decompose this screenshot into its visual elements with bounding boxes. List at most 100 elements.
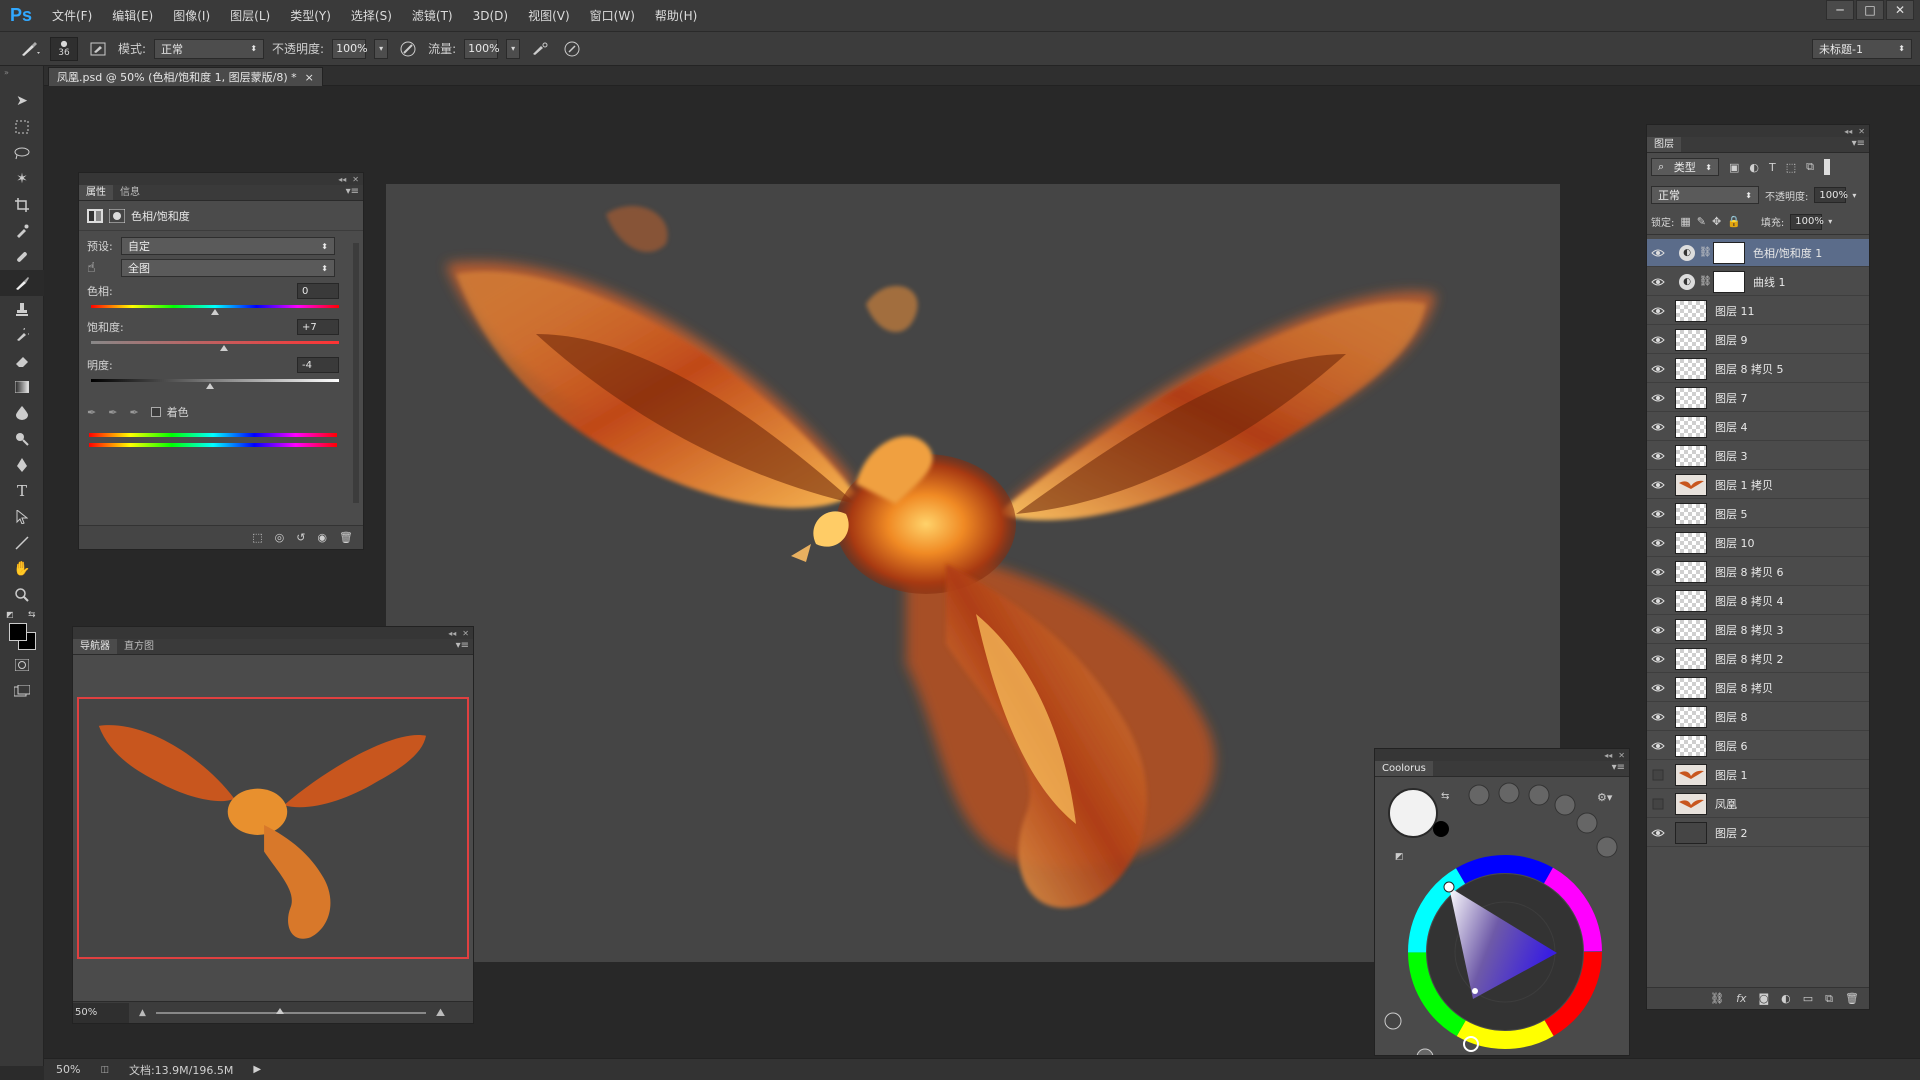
layer-mask-icon[interactable] xyxy=(109,208,125,223)
status-share-icon[interactable]: ◫ xyxy=(100,1065,109,1075)
visibility-eye-icon[interactable] xyxy=(1647,567,1669,577)
layer-row[interactable]: 图层 8 拷贝 5 xyxy=(1647,355,1869,383)
flow-dropdown-icon[interactable]: ▾ xyxy=(506,38,521,59)
hue-slider-track[interactable] xyxy=(91,305,339,308)
menu-item-1[interactable]: 编辑(E) xyxy=(102,0,163,32)
layer-row[interactable]: 图层 6 xyxy=(1647,732,1869,760)
pen-tool[interactable] xyxy=(0,452,44,478)
dodge-tool[interactable] xyxy=(0,426,44,452)
settings-gear-icon[interactable]: ⚙▾ xyxy=(1597,791,1613,804)
hue-input[interactable]: 0 xyxy=(297,283,339,299)
panel-menu-icon[interactable]: ▾≡ xyxy=(1612,762,1625,773)
layer-thumbnail[interactable] xyxy=(1675,647,1707,670)
lock-transparent-icon[interactable]: ▦ xyxy=(1680,215,1690,228)
color-wheel[interactable]: ⇆ ◩ ⚙▾ xyxy=(1375,777,1629,1066)
layer-row[interactable]: 图层 2 xyxy=(1647,819,1869,847)
layer-thumbnail[interactable] xyxy=(1675,531,1707,554)
visibility-eye-icon[interactable] xyxy=(1647,451,1669,461)
pressure-size-toggle[interactable] xyxy=(560,38,584,60)
layer-row[interactable]: ◐ ⛓ 曲线 1 xyxy=(1647,268,1869,296)
layer-thumbnail[interactable] xyxy=(1675,357,1707,380)
move-tool[interactable]: ➤ xyxy=(0,88,44,114)
path-selection-tool[interactable] xyxy=(0,504,44,530)
visibility-eye-icon[interactable] xyxy=(1647,654,1669,664)
brush-size-picker[interactable]: ● 36 xyxy=(50,36,78,61)
eyedropper-icon[interactable]: ✒ xyxy=(87,406,96,419)
saturation-slider-track[interactable] xyxy=(91,341,339,344)
link-layers-icon[interactable]: ⛓ xyxy=(1710,992,1724,1005)
flow-input[interactable]: 100% xyxy=(464,38,500,59)
tab-properties[interactable]: 属性 xyxy=(79,185,113,200)
menu-item-0[interactable]: 文件(F) xyxy=(42,0,102,32)
delete-layer-icon[interactable]: 🗑 xyxy=(1845,992,1859,1005)
default-colors-icon[interactable]: ◩ xyxy=(6,610,14,619)
lightness-slider-track[interactable] xyxy=(91,379,339,382)
visibility-eye-icon[interactable] xyxy=(1647,683,1669,693)
layer-row[interactable]: 图层 4 xyxy=(1647,413,1869,441)
swap-icon[interactable]: ⇆ xyxy=(1441,791,1449,802)
layer-row[interactable]: 图层 3 xyxy=(1647,442,1869,470)
default-colors-icon[interactable]: ◩ xyxy=(1395,852,1404,862)
visibility-eye-icon[interactable] xyxy=(1647,480,1669,490)
lasso-tool[interactable] xyxy=(0,140,44,166)
brush-tool[interactable] xyxy=(0,270,44,296)
layer-style-icon[interactable]: fx xyxy=(1736,992,1746,1005)
layer-thumbnail[interactable] xyxy=(1675,473,1707,496)
menu-item-7[interactable]: 3D(D) xyxy=(463,0,518,32)
visibility-eye-icon[interactable] xyxy=(1647,596,1669,606)
foreground-color-swatch[interactable] xyxy=(9,623,27,641)
layer-row[interactable]: 图层 8 拷贝 2 xyxy=(1647,645,1869,673)
zoom-tool[interactable] xyxy=(0,582,44,608)
layer-thumbnail[interactable] xyxy=(1675,560,1707,583)
mode-button-4[interactable] xyxy=(1554,794,1576,816)
close-panel-icon[interactable]: ✕ xyxy=(1858,127,1865,136)
layer-row[interactable]: ◐ ⛓ 色相/饱和度 1 xyxy=(1647,239,1869,267)
visibility-eye-icon[interactable] xyxy=(1647,509,1669,519)
layer-thumbnail[interactable] xyxy=(1675,821,1707,844)
colorize-checkbox[interactable] xyxy=(150,407,161,417)
close-panel-icon[interactable]: ✕ xyxy=(1618,751,1625,760)
lock-position-icon[interactable]: ✥ xyxy=(1712,215,1721,228)
filter-pixel-icon[interactable]: ▣ xyxy=(1729,161,1739,174)
mode-button-6[interactable] xyxy=(1596,836,1618,858)
navigator-zoom-slider[interactable] xyxy=(155,1007,426,1014)
collapse-panel-icon[interactable]: ◂◂ xyxy=(338,175,346,184)
tab-navigator[interactable]: 导航器 xyxy=(73,639,117,654)
eyedropper-tool[interactable] xyxy=(0,218,44,244)
visibility-eye-icon[interactable] xyxy=(1647,625,1669,635)
minimize-button[interactable]: ─ xyxy=(1826,0,1854,20)
add-mask-icon[interactable]: ◙ xyxy=(1758,992,1769,1005)
filter-toggle[interactable] xyxy=(1824,159,1831,175)
filter-type-icon[interactable]: T xyxy=(1769,161,1776,174)
marquee-tool[interactable] xyxy=(0,114,44,140)
quick-mask-button[interactable] xyxy=(0,652,44,678)
layer-row[interactable]: 图层 1 xyxy=(1647,761,1869,789)
menu-item-8[interactable]: 视图(V) xyxy=(518,0,580,32)
tab-coolorus[interactable]: Coolorus xyxy=(1375,761,1433,776)
color-history-icon[interactable] xyxy=(1416,1048,1434,1066)
layer-row[interactable]: 图层 8 拷贝 4 xyxy=(1647,587,1869,615)
layer-row[interactable]: 图层 9 xyxy=(1647,326,1869,354)
history-brush-tool[interactable] xyxy=(0,322,44,348)
view-previous-icon[interactable]: ◎ xyxy=(275,531,285,544)
visibility-eye-icon[interactable] xyxy=(1647,538,1669,548)
navigator-zoom-thumb[interactable] xyxy=(275,1007,284,1014)
toolbar-grip[interactable]: » xyxy=(0,66,43,88)
collapse-panel-icon[interactable]: ◂◂ xyxy=(1844,127,1852,136)
filter-adjustment-icon[interactable]: ◐ xyxy=(1749,161,1759,174)
delete-icon[interactable]: 🗑 xyxy=(339,531,353,544)
lightness-slider-thumb[interactable] xyxy=(206,383,215,389)
blur-tool[interactable] xyxy=(0,400,44,426)
hue-slider-thumb[interactable] xyxy=(211,309,219,315)
swap-colors-icon[interactable]: ⇆ xyxy=(28,610,36,620)
link-chain-icon[interactable]: ⛓ xyxy=(1699,276,1712,287)
visibility-eye-icon[interactable] xyxy=(1647,422,1669,432)
layer-row[interactable]: 图层 8 拷贝 xyxy=(1647,674,1869,702)
visibility-eye-icon[interactable] xyxy=(1647,248,1669,258)
status-zoom[interactable]: 50% xyxy=(56,1063,80,1076)
link-chain-icon[interactable]: ⛓ xyxy=(1699,247,1712,258)
tab-info[interactable]: 信息 xyxy=(113,185,147,200)
menu-item-6[interactable]: 滤镜(T) xyxy=(402,0,463,32)
hand-tool[interactable]: ✋ xyxy=(0,556,44,582)
layer-thumbnail[interactable] xyxy=(1675,676,1707,699)
